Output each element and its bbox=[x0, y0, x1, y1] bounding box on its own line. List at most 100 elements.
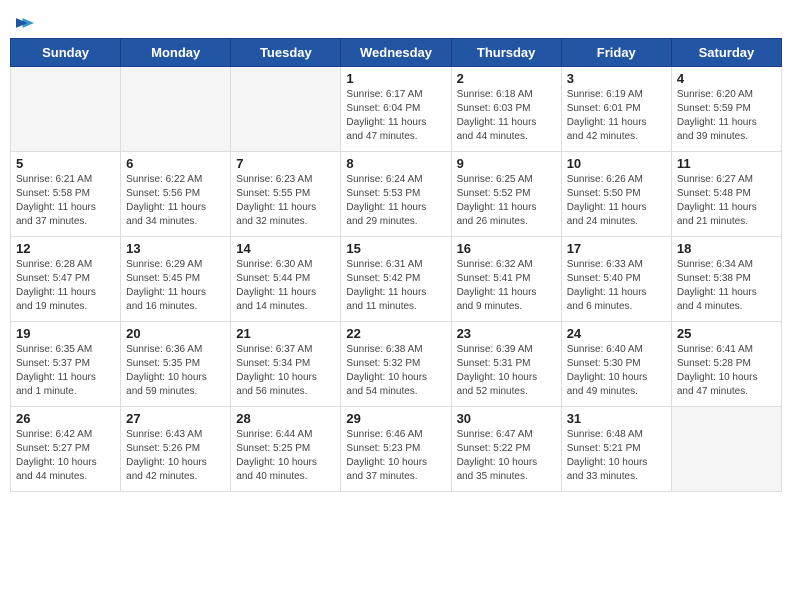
day-info: Sunrise: 6:47 AMSunset: 5:22 PMDaylight:… bbox=[457, 428, 556, 484]
calendar-cell: 26 Sunrise: 6:42 AMSunset: 5:27 PMDayligh… bbox=[11, 407, 121, 492]
day-info: Sunrise: 6:39 AMSunset: 5:31 PMDaylight:… bbox=[457, 343, 556, 399]
day-info: Sunrise: 6:27 AMSunset: 5:48 PMDaylight:… bbox=[677, 173, 776, 229]
weekday-header-monday: Monday bbox=[121, 39, 231, 67]
calendar-cell bbox=[11, 67, 121, 152]
calendar-cell: 10 Sunrise: 6:26 AMSunset: 5:50 PMDayligh… bbox=[561, 152, 671, 237]
day-number: 5 bbox=[16, 156, 115, 171]
day-info: Sunrise: 6:41 AMSunset: 5:28 PMDaylight:… bbox=[677, 343, 776, 399]
calendar-cell: 15 Sunrise: 6:31 AMSunset: 5:42 PMDayligh… bbox=[341, 237, 451, 322]
day-info: Sunrise: 6:43 AMSunset: 5:26 PMDaylight:… bbox=[126, 428, 225, 484]
day-info: Sunrise: 6:48 AMSunset: 5:21 PMDaylight:… bbox=[567, 428, 666, 484]
day-info: Sunrise: 6:17 AMSunset: 6:04 PMDaylight:… bbox=[346, 88, 445, 144]
calendar-cell: 2 Sunrise: 6:18 AMSunset: 6:03 PMDaylight… bbox=[451, 67, 561, 152]
logo bbox=[14, 10, 34, 30]
calendar-cell: 18 Sunrise: 6:34 AMSunset: 5:38 PMDayligh… bbox=[671, 237, 781, 322]
day-number: 14 bbox=[236, 241, 335, 256]
day-info: Sunrise: 6:31 AMSunset: 5:42 PMDaylight:… bbox=[346, 258, 445, 314]
day-number: 4 bbox=[677, 71, 776, 86]
day-number: 19 bbox=[16, 326, 115, 341]
day-number: 26 bbox=[16, 411, 115, 426]
day-number: 22 bbox=[346, 326, 445, 341]
calendar-cell bbox=[231, 67, 341, 152]
weekday-header-thursday: Thursday bbox=[451, 39, 561, 67]
day-info: Sunrise: 6:38 AMSunset: 5:32 PMDaylight:… bbox=[346, 343, 445, 399]
day-info: Sunrise: 6:34 AMSunset: 5:38 PMDaylight:… bbox=[677, 258, 776, 314]
day-info: Sunrise: 6:40 AMSunset: 5:30 PMDaylight:… bbox=[567, 343, 666, 399]
day-info: Sunrise: 6:23 AMSunset: 5:55 PMDaylight:… bbox=[236, 173, 335, 229]
calendar-cell: 1 Sunrise: 6:17 AMSunset: 6:04 PMDaylight… bbox=[341, 67, 451, 152]
day-number: 11 bbox=[677, 156, 776, 171]
day-info: Sunrise: 6:20 AMSunset: 5:59 PMDaylight:… bbox=[677, 88, 776, 144]
day-number: 18 bbox=[677, 241, 776, 256]
calendar-cell: 30 Sunrise: 6:47 AMSunset: 5:22 PMDayligh… bbox=[451, 407, 561, 492]
day-info: Sunrise: 6:24 AMSunset: 5:53 PMDaylight:… bbox=[346, 173, 445, 229]
day-number: 15 bbox=[346, 241, 445, 256]
calendar-cell bbox=[671, 407, 781, 492]
day-number: 24 bbox=[567, 326, 666, 341]
day-number: 20 bbox=[126, 326, 225, 341]
calendar-cell: 28Sunrise: 6:44 AMSunset: 5:25 PMDayligh… bbox=[231, 407, 341, 492]
day-info: Sunrise: 6:30 AMSunset: 5:44 PMDaylight:… bbox=[236, 258, 335, 314]
day-info: Sunrise: 6:18 AMSunset: 6:03 PMDaylight:… bbox=[457, 88, 556, 144]
calendar-cell: 19 Sunrise: 6:35 AMSunset: 5:37 PMDayligh… bbox=[11, 322, 121, 407]
day-number: 13 bbox=[126, 241, 225, 256]
day-info: Sunrise: 6:46 AMSunset: 5:23 PMDaylight:… bbox=[346, 428, 445, 484]
calendar-cell: 3 Sunrise: 6:19 AMSunset: 6:01 PMDaylight… bbox=[561, 67, 671, 152]
day-info: Sunrise: 6:29 AMSunset: 5:45 PMDaylight:… bbox=[126, 258, 225, 314]
day-info: Sunrise: 6:26 AMSunset: 5:50 PMDaylight:… bbox=[567, 173, 666, 229]
day-number: 25 bbox=[677, 326, 776, 341]
calendar-cell: 12 Sunrise: 6:28 AMSunset: 5:47 PMDayligh… bbox=[11, 237, 121, 322]
day-number: 1 bbox=[346, 71, 445, 86]
calendar-cell: 6Sunrise: 6:22 AMSunset: 5:56 PMDaylight… bbox=[121, 152, 231, 237]
day-info: Sunrise: 6:32 AMSunset: 5:41 PMDaylight:… bbox=[457, 258, 556, 314]
logo-text bbox=[14, 10, 34, 34]
day-info: Sunrise: 6:28 AMSunset: 5:47 PMDaylight:… bbox=[16, 258, 115, 314]
day-info: Sunrise: 6:33 AMSunset: 5:40 PMDaylight:… bbox=[567, 258, 666, 314]
day-info: Sunrise: 6:42 AMSunset: 5:27 PMDaylight:… bbox=[16, 428, 115, 484]
day-info: Sunrise: 6:36 AMSunset: 5:35 PMDaylight:… bbox=[126, 343, 225, 399]
day-number: 2 bbox=[457, 71, 556, 86]
day-info: Sunrise: 6:25 AMSunset: 5:52 PMDaylight:… bbox=[457, 173, 556, 229]
calendar-cell: 20 Sunrise: 6:36 AMSunset: 5:35 PMDayligh… bbox=[121, 322, 231, 407]
day-info: Sunrise: 6:35 AMSunset: 5:37 PMDaylight:… bbox=[16, 343, 115, 399]
day-number: 29 bbox=[346, 411, 445, 426]
day-number: 30 bbox=[457, 411, 556, 426]
calendar-cell: 31 Sunrise: 6:48 AMSunset: 5:21 PMDayligh… bbox=[561, 407, 671, 492]
day-number: 12 bbox=[16, 241, 115, 256]
calendar-table: SundayMondayTuesdayWednesdayThursdayFrid… bbox=[10, 38, 782, 492]
calendar-cell: 14 Sunrise: 6:30 AMSunset: 5:44 PMDayligh… bbox=[231, 237, 341, 322]
day-number: 8 bbox=[346, 156, 445, 171]
day-info: Sunrise: 6:19 AMSunset: 6:01 PMDaylight:… bbox=[567, 88, 666, 144]
calendar-cell: 29 Sunrise: 6:46 AMSunset: 5:23 PMDayligh… bbox=[341, 407, 451, 492]
weekday-header-tuesday: Tuesday bbox=[231, 39, 341, 67]
calendar-cell: 27 Sunrise: 6:43 AMSunset: 5:26 PMDayligh… bbox=[121, 407, 231, 492]
day-number: 21 bbox=[236, 326, 335, 341]
calendar-cell: 24 Sunrise: 6:40 AMSunset: 5:30 PMDayligh… bbox=[561, 322, 671, 407]
day-number: 9 bbox=[457, 156, 556, 171]
day-number: 10 bbox=[567, 156, 666, 171]
weekday-header-wednesday: Wednesday bbox=[341, 39, 451, 67]
calendar-cell: 4 Sunrise: 6:20 AMSunset: 5:59 PMDaylight… bbox=[671, 67, 781, 152]
calendar-cell: 23Sunrise: 6:39 AMSunset: 5:31 PMDayligh… bbox=[451, 322, 561, 407]
calendar-cell: 11 Sunrise: 6:27 AMSunset: 5:48 PMDayligh… bbox=[671, 152, 781, 237]
logo-icon bbox=[16, 16, 34, 30]
day-number: 31 bbox=[567, 411, 666, 426]
weekday-header-saturday: Saturday bbox=[671, 39, 781, 67]
weekday-header-friday: Friday bbox=[561, 39, 671, 67]
day-info: Sunrise: 6:21 AMSunset: 5:58 PMDaylight:… bbox=[16, 173, 115, 229]
day-info: Sunrise: 6:44 AMSunset: 5:25 PMDaylight:… bbox=[236, 428, 335, 484]
calendar-cell: 9 Sunrise: 6:25 AMSunset: 5:52 PMDaylight… bbox=[451, 152, 561, 237]
weekday-header-sunday: Sunday bbox=[11, 39, 121, 67]
calendar-cell: 22 Sunrise: 6:38 AMSunset: 5:32 PMDayligh… bbox=[341, 322, 451, 407]
calendar-cell: 8 Sunrise: 6:24 AMSunset: 5:53 PMDaylight… bbox=[341, 152, 451, 237]
calendar-cell: 16Sunrise: 6:32 AMSunset: 5:41 PMDayligh… bbox=[451, 237, 561, 322]
day-number: 3 bbox=[567, 71, 666, 86]
calendar-cell: 21 Sunrise: 6:37 AMSunset: 5:34 PMDayligh… bbox=[231, 322, 341, 407]
calendar-cell: 7 Sunrise: 6:23 AMSunset: 5:55 PMDaylight… bbox=[231, 152, 341, 237]
page-header bbox=[10, 10, 782, 30]
day-number: 27 bbox=[126, 411, 225, 426]
day-info: Sunrise: 6:37 AMSunset: 5:34 PMDaylight:… bbox=[236, 343, 335, 399]
calendar-cell: 25 Sunrise: 6:41 AMSunset: 5:28 PMDayligh… bbox=[671, 322, 781, 407]
day-number: 7 bbox=[236, 156, 335, 171]
day-number: 17 bbox=[567, 241, 666, 256]
